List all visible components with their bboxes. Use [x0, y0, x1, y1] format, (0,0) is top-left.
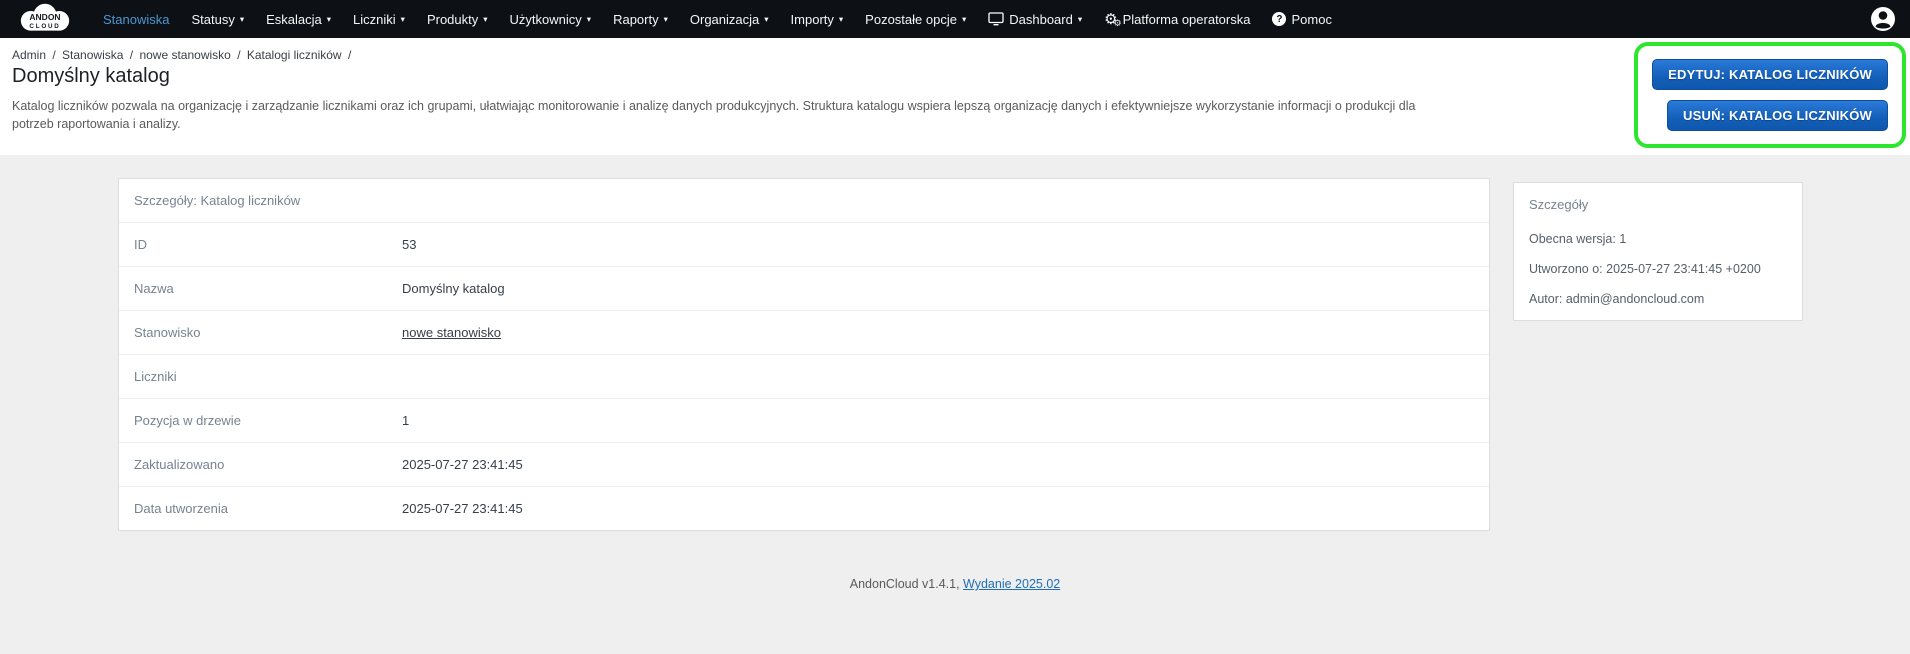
table-row-nazwa: Nazwa Domyślny katalog [119, 267, 1489, 311]
nav-item-pomoc[interactable]: ? Pomoc [1261, 0, 1342, 38]
nav-item-label: Pomoc [1291, 11, 1332, 27]
row-value: 2025-07-27 23:41:45 [402, 501, 523, 516]
nav-item-platforma-operatorska[interactable]: ⚙ ⚙ Platforma operatorska [1093, 0, 1261, 38]
logo-text-line2: CLOUD [29, 23, 60, 30]
row-label: Stanowisko [134, 325, 201, 340]
highlighted-actions-box: EDYTUJ: KATALOG LICZNIKÓW USUŃ: KATALOG … [1634, 42, 1906, 148]
nav-item-label: Stanowiska [103, 11, 170, 27]
edit-catalog-button[interactable]: EDYTUJ: KATALOG LICZNIKÓW [1652, 59, 1888, 90]
table-row-liczniki: Liczniki [119, 355, 1489, 399]
row-label: Zaktualizowano [134, 457, 225, 472]
caret-down-icon: ▾ [764, 15, 769, 25]
stanowisko-link[interactable]: nowe stanowisko [402, 325, 501, 340]
caret-down-icon: ▾ [663, 15, 668, 25]
nav-item-label: Raporty [613, 11, 659, 27]
breadcrumb-separator: / [347, 48, 352, 62]
caret-down-icon: ▾ [961, 15, 967, 25]
nav-item-label: Liczniki [353, 11, 396, 27]
breadcrumb-item-nowe-stanowisko[interactable]: nowe stanowisko [139, 48, 230, 62]
nav-item-dashboard[interactable]: Dashboard ▾ [977, 0, 1093, 38]
footer-release-link[interactable]: Wydanie 2025.02 [963, 577, 1060, 591]
caret-down-icon: ▾ [586, 15, 592, 25]
side-panel-header: Szczegóły [1529, 197, 1589, 212]
table-row-stanowisko: Stanowisko nowe stanowisko [119, 311, 1489, 355]
app-footer: AndonCloud v1.4.1, Wydanie 2025.02 [0, 577, 1910, 591]
logo-text-line1: ANDON [29, 12, 60, 22]
page-title: Domyślny katalog [12, 65, 170, 87]
side-panel-created-at: Utworzono o: 2025-07-27 23:41:45 +0200 [1529, 262, 1761, 276]
caret-down-icon: ▾ [239, 15, 245, 25]
caret-down-icon: ▾ [326, 15, 332, 25]
nav-item-liczniki[interactable]: Liczniki ▾ [342, 0, 416, 38]
gears-icon: ⚙ ⚙ [1104, 9, 1122, 29]
side-panel-author: Autor: admin@andoncloud.com [1529, 292, 1705, 306]
page-header: Admin / Stanowiska / nowe stanowisko / K… [0, 38, 1910, 155]
row-value: 2025-07-27 23:41:45 [402, 457, 523, 472]
page-description: Katalog liczników pozwala na organizację… [12, 99, 1416, 132]
catalog-details-card: Szczegóły: Katalog liczników ID 53 Nazwa… [118, 178, 1490, 531]
row-value: 1 [402, 413, 410, 428]
row-label: Pozycja w drzewie [134, 413, 241, 428]
row-label: Nazwa [134, 281, 174, 296]
nav-item-label: Importy [790, 11, 834, 27]
nav-item-organizacja[interactable]: Organizacja ▾ [679, 0, 780, 38]
nav-item-label: Organizacja [689, 11, 760, 27]
row-label: ID [134, 237, 147, 252]
nav-item-label: Produkty [426, 11, 479, 27]
nav-item-label: Dashboard [1009, 11, 1073, 27]
nav-item-stanowiska[interactable]: Stanowiska [92, 0, 180, 38]
top-navbar: ANDON CLOUD Stanowiska Statusy ▾ Eskalac… [0, 0, 1910, 38]
breadcrumb-separator: / [52, 48, 56, 62]
andoncloud-logo[interactable]: ANDON CLOUD [14, 2, 76, 36]
nav-item-importy[interactable]: Importy ▾ [780, 0, 855, 38]
main-content: Szczegóły: Katalog liczników ID 53 Nazwa… [0, 155, 1910, 591]
footer-version-text: AndonCloud v1.4.1, [849, 577, 960, 591]
nav-menu: Stanowiska Statusy ▾ Eskalacja ▾ Licznik… [92, 0, 1343, 38]
help-icon: ? [1272, 12, 1287, 26]
side-panel-version: Obecna wersja: 1 [1529, 232, 1627, 246]
monitor-icon [988, 12, 1004, 26]
breadcrumb-item-katalogi-licznikow[interactable]: Katalogi liczników [247, 48, 342, 62]
nav-item-raporty[interactable]: Raporty ▾ [602, 0, 679, 38]
nav-item-uzytkownicy[interactable]: Użytkownicy ▾ [499, 0, 603, 38]
details-side-panel: Szczegóły Obecna wersja: 1 Utworzono o: … [1513, 182, 1803, 321]
caret-down-icon: ▾ [483, 15, 488, 25]
caret-down-icon: ▾ [838, 15, 844, 25]
table-row-data-utworzenia: Data utworzenia 2025-07-27 23:41:45 [119, 487, 1489, 530]
row-label: Data utworzenia [134, 501, 228, 516]
card-header: Szczegóły: Katalog liczników [119, 179, 1489, 223]
breadcrumb-item-admin[interactable]: Admin [12, 48, 46, 62]
row-value: nowe stanowisko [402, 325, 501, 340]
breadcrumb-separator: / [129, 48, 134, 62]
row-value: 53 [402, 237, 417, 252]
table-row-zaktualizowano: Zaktualizowano 2025-07-27 23:41:45 [119, 443, 1489, 487]
caret-down-icon: ▾ [400, 15, 405, 25]
nav-item-pozostale-opcje[interactable]: Pozostałe opcje ▾ [854, 0, 977, 38]
nav-item-eskalacja[interactable]: Eskalacja ▾ [255, 0, 342, 38]
table-row-id: ID 53 [119, 223, 1489, 267]
user-avatar-icon[interactable] [1870, 6, 1896, 32]
nav-item-produkty[interactable]: Produkty ▾ [416, 0, 499, 38]
row-value: Domyślny katalog [402, 281, 505, 296]
breadcrumb-separator: / [237, 48, 241, 62]
nav-item-label: Statusy [191, 11, 235, 27]
nav-item-label: Pozostałe opcje [865, 11, 957, 27]
table-row-pozycja: Pozycja w drzewie 1 [119, 399, 1489, 443]
nav-item-statusy[interactable]: Statusy ▾ [180, 0, 255, 38]
row-label: Liczniki [134, 369, 177, 384]
caret-down-icon: ▾ [1077, 15, 1083, 25]
nav-item-label: Użytkownicy [509, 11, 582, 27]
breadcrumb-item-stanowiska[interactable]: Stanowiska [62, 48, 123, 62]
breadcrumb: Admin / Stanowiska / nowe stanowisko / K… [12, 48, 1910, 62]
nav-item-label: Eskalacja [266, 11, 322, 27]
nav-item-label: Platforma operatorska [1122, 11, 1251, 27]
delete-catalog-button[interactable]: USUŃ: KATALOG LICZNIKÓW [1667, 100, 1888, 131]
